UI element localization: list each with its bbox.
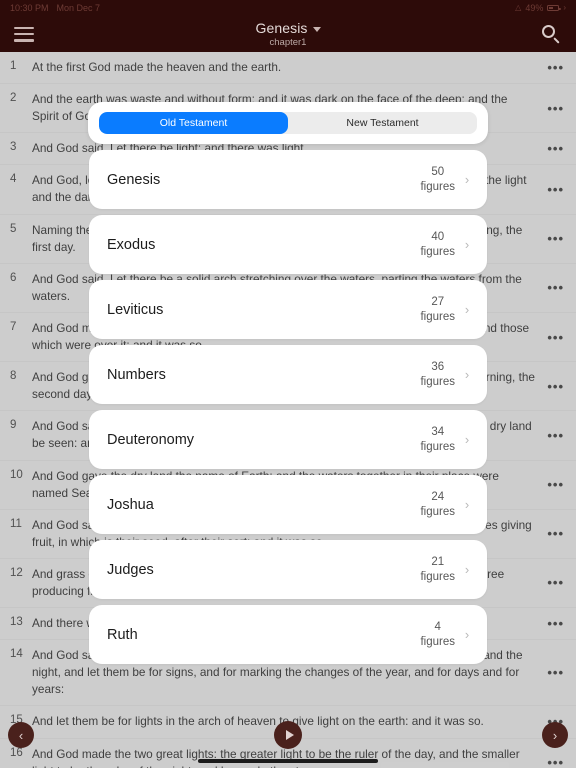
book-list-item[interactable]: Deuteronomy 34 figures ›: [89, 410, 487, 469]
book-figure-count: 50 figures: [420, 165, 455, 194]
book-figure-count: 40 figures: [420, 230, 455, 259]
book-list-item[interactable]: Judges 21 figures ›: [89, 540, 487, 599]
play-audio-button[interactable]: [274, 721, 302, 749]
figure-count-unit: figures: [420, 635, 455, 648]
chapter-label: chapter1: [269, 37, 307, 48]
chevron-right-icon: ›: [464, 562, 470, 577]
figure-count-unit: figures: [420, 505, 455, 518]
play-icon: [285, 730, 294, 740]
book-name: Ruth: [107, 626, 138, 643]
chevron-down-icon: [312, 26, 321, 32]
status-bar-right: △ 49% ›: [515, 3, 566, 13]
book-figure-count: 21 figures: [420, 555, 455, 584]
tab-old-testament-label: Old Testament: [159, 117, 228, 129]
chevron-right-icon: ›: [464, 432, 470, 447]
page-title: Genesis: [255, 20, 308, 36]
status-bar: 10:30 PM Mon Dec 7 △ 49% ›: [0, 0, 576, 16]
figure-count-unit: figures: [420, 310, 455, 323]
status-bar-left: 10:30 PM Mon Dec 7: [10, 3, 100, 13]
figure-count-unit: figures: [420, 440, 455, 453]
figure-count-value: 40: [431, 231, 445, 244]
battery-percent: 49%: [525, 3, 544, 13]
figure-count-value: 36: [431, 361, 445, 374]
testament-segmented-control[interactable]: Old Testament New Testament: [99, 112, 477, 134]
app-header: Genesis chapter1: [0, 16, 576, 52]
chevron-right-icon: ›: [552, 727, 558, 743]
book-name: Numbers: [107, 366, 166, 383]
figure-count-unit: figures: [420, 245, 455, 258]
figure-count-value: 4: [434, 621, 441, 634]
home-indicator: [198, 759, 378, 763]
modal-header: Old Testament New Testament: [88, 102, 488, 144]
book-figure-count: 27 figures: [420, 295, 455, 324]
previous-chapter-button[interactable]: ‹: [8, 722, 34, 748]
book-name: Genesis: [107, 171, 161, 188]
tab-old-testament[interactable]: Old Testament: [99, 112, 288, 134]
figure-count-unit: figures: [420, 375, 455, 388]
book-name: Joshua: [107, 496, 154, 513]
book-list[interactable]: Genesis 50 figures › Exodus 40 figures › Levitic…: [88, 150, 488, 667]
book-list-item[interactable]: Exodus 40 figures ›: [89, 215, 487, 274]
book-name: Deuteronomy: [107, 431, 195, 448]
figure-count-value: 21: [431, 556, 445, 569]
book-figure-count: 34 figures: [420, 425, 455, 454]
battery-icon: [547, 5, 561, 11]
book-picker-modal: Old Testament New Testament Genesis 50 fig…: [88, 102, 488, 667]
chevron-right-icon: ›: [464, 497, 470, 512]
chevron-right-icon: ›: [464, 237, 470, 252]
figure-count-value: 34: [431, 426, 445, 439]
figure-count-unit: figures: [420, 180, 455, 193]
figure-count-value: 50: [431, 166, 445, 179]
book-list-item[interactable]: Numbers 36 figures ›: [89, 345, 487, 404]
chevron-right-icon: ›: [464, 367, 470, 382]
status-date: Mon Dec 7: [56, 3, 101, 13]
chevron-right-icon: ›: [464, 172, 470, 187]
figure-count-value: 27: [431, 296, 445, 309]
book-list-item[interactable]: Genesis 50 figures ›: [89, 150, 487, 209]
book-figure-count: 24 figures: [420, 490, 455, 519]
book-figure-count: 36 figures: [420, 360, 455, 389]
status-time: 10:30 PM: [10, 3, 49, 13]
book-figure-count: 4 figures: [420, 620, 455, 649]
app-root: 10:30 PM Mon Dec 7 △ 49% › Genesis chapt…: [0, 0, 576, 768]
book-list-item[interactable]: Ruth 4 figures ›: [89, 605, 487, 664]
figure-count-value: 24: [431, 491, 445, 504]
tab-new-testament[interactable]: New Testament: [288, 112, 477, 134]
book-name: Judges: [107, 561, 154, 578]
chevron-right-icon: ›: [563, 3, 566, 12]
book-list-item[interactable]: Leviticus 27 figures ›: [89, 280, 487, 339]
next-chapter-button[interactable]: ›: [542, 722, 568, 748]
book-selector-button[interactable]: Genesis: [255, 20, 321, 36]
book-name: Exodus: [107, 236, 156, 253]
chevron-right-icon: ›: [464, 627, 470, 642]
header-title-block: Genesis chapter1: [0, 16, 576, 52]
wifi-icon: △: [515, 3, 522, 12]
book-name: Leviticus: [107, 301, 164, 318]
tab-new-testament-label: New Testament: [346, 117, 419, 129]
search-icon[interactable]: [540, 23, 562, 45]
figure-count-unit: figures: [420, 570, 455, 583]
chevron-right-icon: ›: [464, 302, 470, 317]
hamburger-menu-icon[interactable]: [14, 26, 34, 42]
chevron-left-icon: ‹: [18, 727, 24, 743]
book-list-item[interactable]: Joshua 24 figures ›: [89, 475, 487, 534]
